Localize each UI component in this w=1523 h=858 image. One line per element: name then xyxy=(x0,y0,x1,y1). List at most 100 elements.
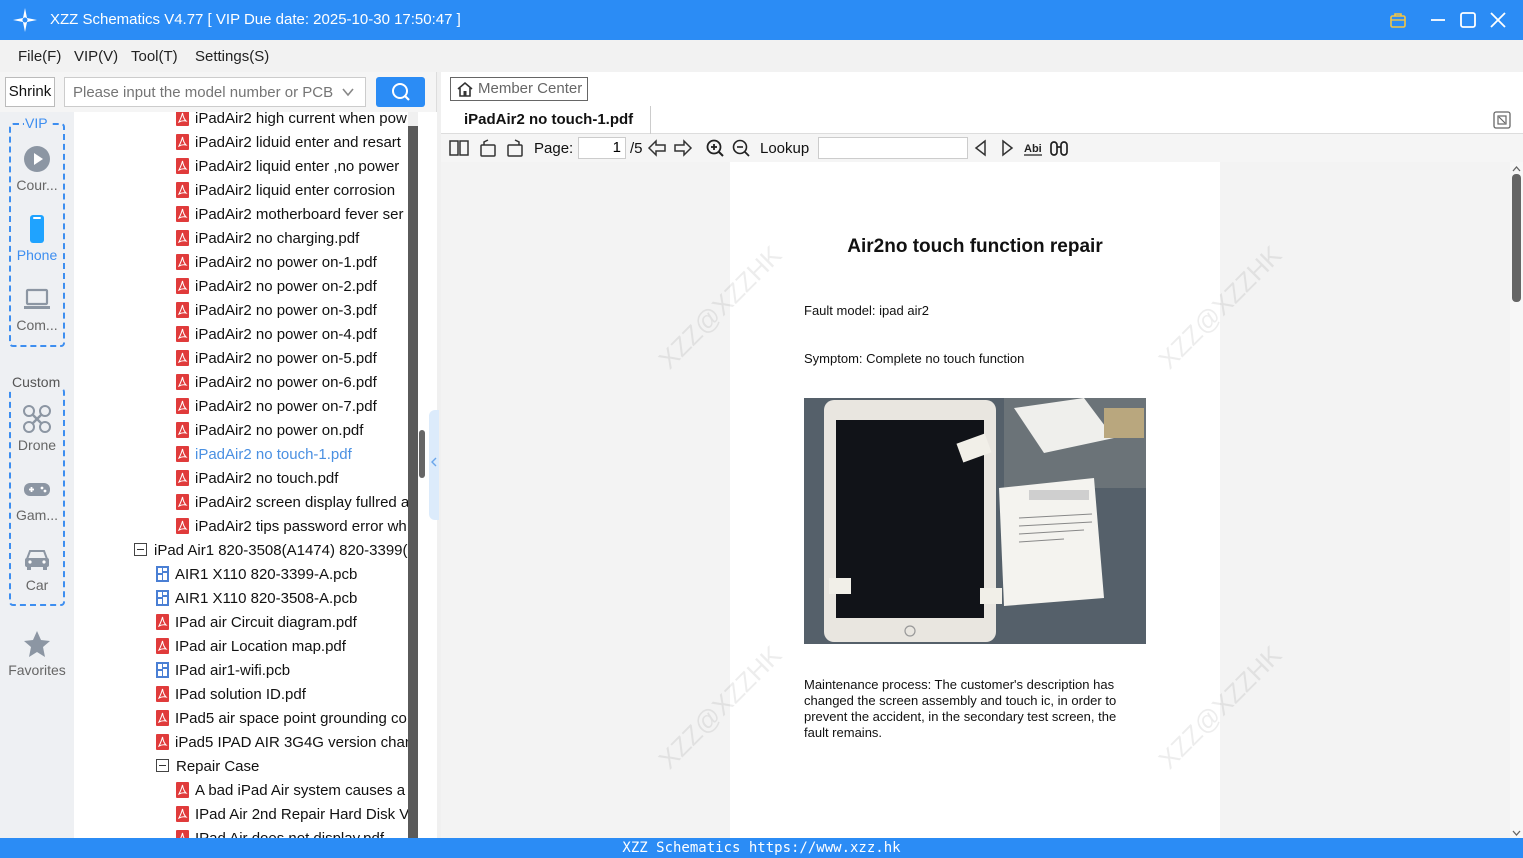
tree-file[interactable]: iPadAir2 no charging.pdf xyxy=(176,228,359,252)
menu-vip[interactable]: VIP(V) xyxy=(74,48,118,65)
member-center-button[interactable]: Member Center xyxy=(450,77,588,101)
sidebar-item-computer[interactable]: Com... xyxy=(0,284,74,333)
tree-file[interactable]: iPadAir2 no power on-1.pdf xyxy=(176,252,377,276)
search-input[interactable] xyxy=(65,78,335,106)
tree-file[interactable]: iPadAir2 liquid enter ,no power xyxy=(176,156,399,180)
sidebar-item-label: Phone xyxy=(16,247,58,263)
tree-file[interactable]: iPadAir2 motherboard fever ser xyxy=(176,204,403,228)
pdf-file-icon xyxy=(176,422,189,438)
tree-file[interactable]: iPadAir2 no power on-7.pdf xyxy=(176,396,377,420)
close-icon[interactable] xyxy=(1488,10,1508,30)
next-page-arrow-icon[interactable] xyxy=(673,138,693,158)
menu-bar: File(F) VIP(V) Tool(T) Settings(S) xyxy=(0,40,1523,72)
tree-file[interactable]: iPadAir2 tips password error wh xyxy=(176,516,407,540)
tree-file[interactable]: A bad iPad Air system causes a xyxy=(176,780,405,804)
zoom-in-icon[interactable] xyxy=(705,138,725,158)
tree-item-label: AIR1 X110 820-3399-A.pcb xyxy=(175,566,358,583)
menu-tool[interactable]: Tool(T) xyxy=(131,48,178,65)
collapse-icon[interactable] xyxy=(156,759,169,772)
tree-folder[interactable]: Repair Case xyxy=(156,756,259,780)
page-number-input[interactable]: 1 xyxy=(578,137,626,159)
pdf-file-icon xyxy=(156,614,169,630)
chevron-left-icon[interactable] xyxy=(430,457,438,467)
tree-file[interactable]: iPadAir2 no power on-5.pdf xyxy=(176,348,377,372)
sidebar-item-game[interactable]: Gam... xyxy=(0,474,74,523)
find-previous-icon[interactable] xyxy=(971,138,991,158)
document-viewer[interactable]: XZZ@XZZHK XZZ@XZZHK XZZ@XZZHK XZZ@XZZHK … xyxy=(441,162,1523,838)
rotate-right-icon[interactable] xyxy=(505,138,525,158)
maximize-icon[interactable] xyxy=(1458,10,1478,30)
tree-file[interactable]: iPadAir2 liquid enter corrosion xyxy=(176,180,395,204)
viewer-scrollbar-thumb[interactable] xyxy=(1512,174,1521,302)
scroll-up-icon[interactable] xyxy=(1510,164,1523,174)
search-icon xyxy=(392,83,410,101)
panel-splitter[interactable] xyxy=(418,112,439,838)
tree-file[interactable]: IPad Air 2nd Repair Hard Disk V xyxy=(176,804,408,828)
minimize-icon[interactable] xyxy=(1428,10,1448,30)
tree-file[interactable]: iPadAir2 liduid enter and resart xyxy=(176,132,401,156)
tree-item-label: iPadAir2 no power on-5.pdf xyxy=(195,350,377,367)
tree-scrollbar-thumb[interactable] xyxy=(408,126,418,838)
tree-file[interactable]: iPadAir2 no touch.pdf xyxy=(176,468,338,492)
tree-file[interactable]: iPadAir2 screen display fullred a xyxy=(176,492,408,516)
sidebar-item-phone[interactable]: Phone xyxy=(0,214,74,263)
tree-item-label: A bad iPad Air system causes a xyxy=(195,782,406,799)
laptop-icon xyxy=(24,288,50,309)
viewer-panel: Member Center iPadAir2 no touch-1.pdf Pa… xyxy=(441,72,1523,838)
dual-page-icon[interactable] xyxy=(449,138,469,158)
sidebar-item-car[interactable]: Car xyxy=(0,544,74,593)
tree-item-label: iPadAir2 no power on-1.pdf xyxy=(195,254,377,271)
find-next-icon[interactable] xyxy=(997,138,1017,158)
chevron-down-icon[interactable] xyxy=(341,85,355,99)
pcb-file-icon xyxy=(156,662,169,678)
tree-file[interactable]: iPadAir2 no power on.pdf xyxy=(176,420,363,444)
tree-file[interactable]: iPadAir2 no touch-1.pdf xyxy=(176,444,352,468)
model-search-box xyxy=(64,77,366,107)
tree-folder[interactable]: iPad Air1 820-3508(A1474) 820-3399( xyxy=(134,540,408,564)
watermark: XZZ@XZZHK xyxy=(1152,639,1288,775)
vip-bag-icon[interactable] xyxy=(1388,10,1408,30)
left-panel: Shrink VIP Cour... Phone xyxy=(0,72,439,838)
tree-file[interactable]: IPad air1-wifi.pcb xyxy=(156,660,290,684)
tree-file[interactable]: iPad5 IPAD AIR 3G4G version chan xyxy=(156,732,408,756)
tree-item-label: iPadAir2 no power on-7.pdf xyxy=(195,398,377,415)
tree-file[interactable]: iPadAir2 no power on-3.pdf xyxy=(176,300,377,324)
prev-page-arrow-icon[interactable] xyxy=(647,138,667,158)
tree-file[interactable]: iPadAir2 no power on-6.pdf xyxy=(176,372,377,396)
symptom-text: Symptom: Complete no touch function xyxy=(804,351,1025,366)
sidebar-item-drone[interactable]: Drone xyxy=(0,404,74,453)
window-title: XZZ Schematics V4.77 [ VIP Due date: 202… xyxy=(50,11,461,28)
binoculars-icon[interactable] xyxy=(1049,138,1069,158)
tab-document[interactable]: iPadAir2 no touch-1.pdf xyxy=(441,106,651,134)
menu-settings[interactable]: Settings(S) xyxy=(195,48,269,65)
tree-file[interactable]: IPad5 air space point grounding co xyxy=(156,708,407,732)
app-logo-icon xyxy=(13,8,37,32)
tree-item-label: iPad Air1 820-3508(A1474) 820-3399( xyxy=(154,542,408,559)
tree-file[interactable]: iPadAir2 no power on-2.pdf xyxy=(176,276,377,300)
watermark: XZZ@XZZHK xyxy=(1152,239,1288,375)
shrink-button[interactable]: Shrink xyxy=(5,77,55,107)
tree-file[interactable]: AIR1 X110 820-3399-A.pcb xyxy=(156,564,357,588)
zoom-out-icon[interactable] xyxy=(731,138,751,158)
tree-file[interactable]: iPadAir2 no power on-4.pdf xyxy=(176,324,377,348)
pdf-file-icon xyxy=(176,446,189,462)
search-button[interactable] xyxy=(376,77,425,107)
scroll-down-icon[interactable] xyxy=(1510,828,1523,838)
collapse-icon[interactable] xyxy=(134,543,147,556)
tree-file[interactable]: iPadAir2 high current when pow xyxy=(176,112,407,132)
menu-file[interactable]: File(F) xyxy=(18,48,61,65)
tree-file[interactable]: IPad air Circuit diagram.pdf xyxy=(156,612,357,636)
lookup-input[interactable] xyxy=(818,137,968,159)
restore-tab-icon[interactable] xyxy=(1493,111,1511,129)
tree-file[interactable]: IPad solution ID.pdf xyxy=(156,684,306,708)
tree-item-label: iPadAir2 no touch-1.pdf xyxy=(195,446,352,463)
tree-file[interactable]: AIR1 X110 820-3508-A.pcb xyxy=(156,588,357,612)
match-case-icon[interactable]: Abi xyxy=(1023,138,1043,158)
splitter-grip[interactable] xyxy=(419,430,425,478)
sidebar-item-label: Com... xyxy=(16,317,58,333)
sidebar-item-courses[interactable]: Cour... xyxy=(0,144,74,193)
rotate-left-icon[interactable] xyxy=(478,138,498,158)
tree-file[interactable]: IPad air Location map.pdf xyxy=(156,636,346,660)
sidebar-item-favorites[interactable]: Favorites xyxy=(0,629,74,678)
tree-file[interactable]: IPad Air does not display.pdf xyxy=(176,828,384,838)
